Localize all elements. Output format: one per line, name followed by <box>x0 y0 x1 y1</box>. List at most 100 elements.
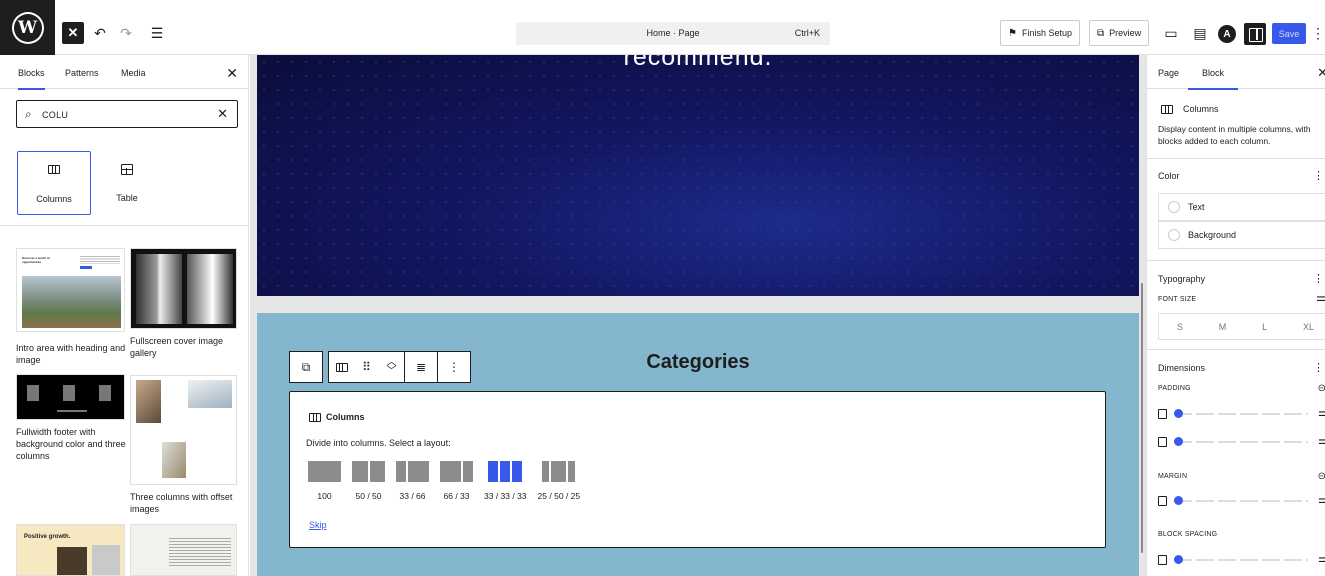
block-result-label: Columns <box>36 194 72 204</box>
placeholder-instructions: Divide into columns. Select a layout: <box>306 438 451 448</box>
typography-panel: Typography ⋮ FONT SIZE ⚌ S M L XL <box>1147 261 1325 350</box>
pattern-preview-positive-growth[interactable]: Positive growth. <box>16 524 125 576</box>
placeholder-title: Columns <box>309 412 365 422</box>
pattern-preview-cover-gallery[interactable] <box>130 248 237 329</box>
close-inserter-icon[interactable]: ✕ <box>226 65 238 82</box>
custom-value-icon[interactable]: ⚌ <box>1318 552 1325 565</box>
unlink-sides-icon[interactable]: ⊝ <box>1318 471 1325 482</box>
slider-thumb[interactable] <box>1174 496 1183 505</box>
columns-placeholder: Columns Divide into columns. Select a la… <box>289 391 1106 548</box>
tab-block[interactable]: Block <box>1187 68 1239 90</box>
layout-option-33-33-33[interactable]: 33 / 33 / 33 <box>484 461 527 501</box>
color-heading: Color <box>1158 171 1180 181</box>
color-options-icon[interactable]: ⋮ <box>1313 169 1324 182</box>
settings-sidebar-toggle-icon[interactable] <box>1244 23 1266 45</box>
typography-options-icon[interactable]: ⋮ <box>1313 272 1324 285</box>
slider-thumb[interactable] <box>1174 409 1183 418</box>
layout-option-100[interactable]: 100 <box>308 461 341 501</box>
padding-label: PADDING <box>1158 385 1191 392</box>
font-size-custom-icon[interactable]: ⚌ <box>1316 291 1325 304</box>
unlink-sides-icon[interactable]: ⊝ <box>1318 383 1325 394</box>
astra-settings-icon[interactable]: A <box>1218 25 1236 43</box>
wordpress-logo-button[interactable]: W <box>0 0 55 55</box>
finish-setup-button[interactable]: ⚑ Finish Setup <box>1000 20 1080 46</box>
dimensions-panel: Dimensions ⋮ PADDING ⊝ ⚌ ⚌ MARGIN ⊝ ⚌ BL… <box>1147 350 1325 576</box>
command-palette-bar[interactable]: Home · Page Ctrl+K <box>516 22 830 45</box>
color-swatch-icon <box>1168 201 1180 213</box>
font-size-s[interactable]: S <box>1177 322 1183 332</box>
font-size-m[interactable]: M <box>1219 322 1227 332</box>
dimensions-heading: Dimensions <box>1158 363 1206 373</box>
columns-icon <box>1161 104 1173 114</box>
block-result-table[interactable]: Table <box>90 151 164 215</box>
layout-label: 25 / 50 / 25 <box>537 491 581 501</box>
color-text-item[interactable]: Text <box>1158 193 1325 221</box>
block-settings-panel: Page Block ✕ Columns Display content in … <box>1146 55 1325 576</box>
tab-page[interactable]: Page <box>1158 68 1179 78</box>
pattern-preview-text-columns[interactable] <box>130 524 237 576</box>
layout-label: 50 / 50 <box>355 491 382 501</box>
tab-patterns[interactable]: Patterns <box>65 68 99 78</box>
layout-option-66-33[interactable]: 66 / 33 <box>440 461 473 501</box>
block-result-columns[interactable]: Columns <box>17 151 91 215</box>
tab-media[interactable]: Media <box>121 68 146 78</box>
table-icon <box>121 164 133 175</box>
inserter-tabs: Blocks Patterns Media ✕ <box>0 55 249 90</box>
layout-option-25-50-25[interactable]: 25 / 50 / 25 <box>537 461 581 501</box>
save-button[interactable]: Save <box>1272 23 1306 44</box>
color-item-label: Text <box>1188 202 1205 212</box>
pattern-label: Three columns with offset images <box>130 492 233 514</box>
skip-link[interactable]: Skip <box>309 520 327 530</box>
wordpress-logo-icon: W <box>11 11 44 44</box>
block-spacing-slider[interactable]: ⚌ <box>1158 552 1325 566</box>
block-search-input[interactable]: ⌕ COLU ✕ <box>16 100 238 128</box>
clear-search-icon[interactable]: ✕ <box>217 106 228 122</box>
custom-value-icon[interactable]: ⚌ <box>1318 493 1325 506</box>
hero-cover-block[interactable]: recommend. <box>257 55 1139 296</box>
block-description: Display content in multiple columns, wit… <box>1158 124 1311 146</box>
vertical-sides-icon <box>1158 409 1167 419</box>
block-result-label: Table <box>116 193 138 203</box>
preview-button[interactable]: ⧉ Preview <box>1089 20 1150 46</box>
font-size-l[interactable]: L <box>1262 322 1267 332</box>
close-inserter-button[interactable]: ✕ <box>62 22 84 44</box>
pattern-label: Fullscreen cover image gallery <box>130 336 224 358</box>
margin-vertical-slider[interactable]: ⚌ <box>1158 493 1325 507</box>
custom-value-icon[interactable]: ⚌ <box>1318 434 1325 447</box>
layout-option-50-50[interactable]: 50 / 50 <box>352 461 385 501</box>
close-settings-icon[interactable]: ✕ <box>1317 65 1325 81</box>
slider-thumb[interactable] <box>1174 555 1183 564</box>
spacing-icon <box>1158 555 1167 565</box>
search-icon: ⌕ <box>25 107 32 121</box>
padding-horizontal-slider[interactable]: ⚌ <box>1158 434 1325 448</box>
custom-value-icon[interactable]: ⚌ <box>1318 406 1325 419</box>
document-overview-icon[interactable]: ☰ <box>146 22 168 44</box>
slider-thumb[interactable] <box>1174 437 1183 446</box>
desktop-view-icon[interactable]: ▭ <box>1160 22 1182 44</box>
page-settings-icon[interactable]: ▤ <box>1189 22 1211 44</box>
hero-heading[interactable]: recommend. <box>257 55 1139 72</box>
block-inserter-panel: Blocks Patterns Media ✕ ⌕ COLU ✕ Columns… <box>0 55 249 576</box>
categories-heading[interactable]: Categories <box>257 351 1139 374</box>
pattern-preview-offset-images[interactable] <box>130 375 237 485</box>
pattern-thumb-text: Discover a world of opportunities <box>22 256 50 264</box>
layout-option-33-66[interactable]: 33 / 66 <box>396 461 429 501</box>
font-size-xl[interactable]: XL <box>1303 322 1314 332</box>
margin-label: MARGIN <box>1158 473 1188 480</box>
pattern-preview-footer[interactable] <box>16 374 125 420</box>
categories-group[interactable]: ⧉ ⠿ ︿ ﹀ ≣ ⋮ Categories Columns Divide int… <box>257 313 1139 576</box>
finish-setup-label: Finish Setup <box>1021 28 1072 38</box>
color-background-item[interactable]: Background <box>1158 221 1325 249</box>
dimensions-options-icon[interactable]: ⋮ <box>1313 361 1324 374</box>
undo-icon[interactable]: ↶ <box>89 22 111 44</box>
redo-icon[interactable]: ↷ <box>115 22 137 44</box>
setup-flag-icon: ⚑ <box>1008 27 1017 39</box>
tab-blocks[interactable]: Blocks <box>18 68 45 90</box>
typography-heading: Typography <box>1158 274 1206 284</box>
padding-vertical-slider[interactable]: ⚌ <box>1158 406 1325 420</box>
font-size-picker: S M L XL <box>1158 313 1325 340</box>
options-menu-icon[interactable]: ⋮ <box>1311 22 1325 44</box>
canvas-scrollbar[interactable] <box>1141 283 1143 553</box>
pattern-preview-intro[interactable]: Discover a world of opportunities <box>16 248 125 332</box>
document-title: Home · Page <box>646 28 700 38</box>
